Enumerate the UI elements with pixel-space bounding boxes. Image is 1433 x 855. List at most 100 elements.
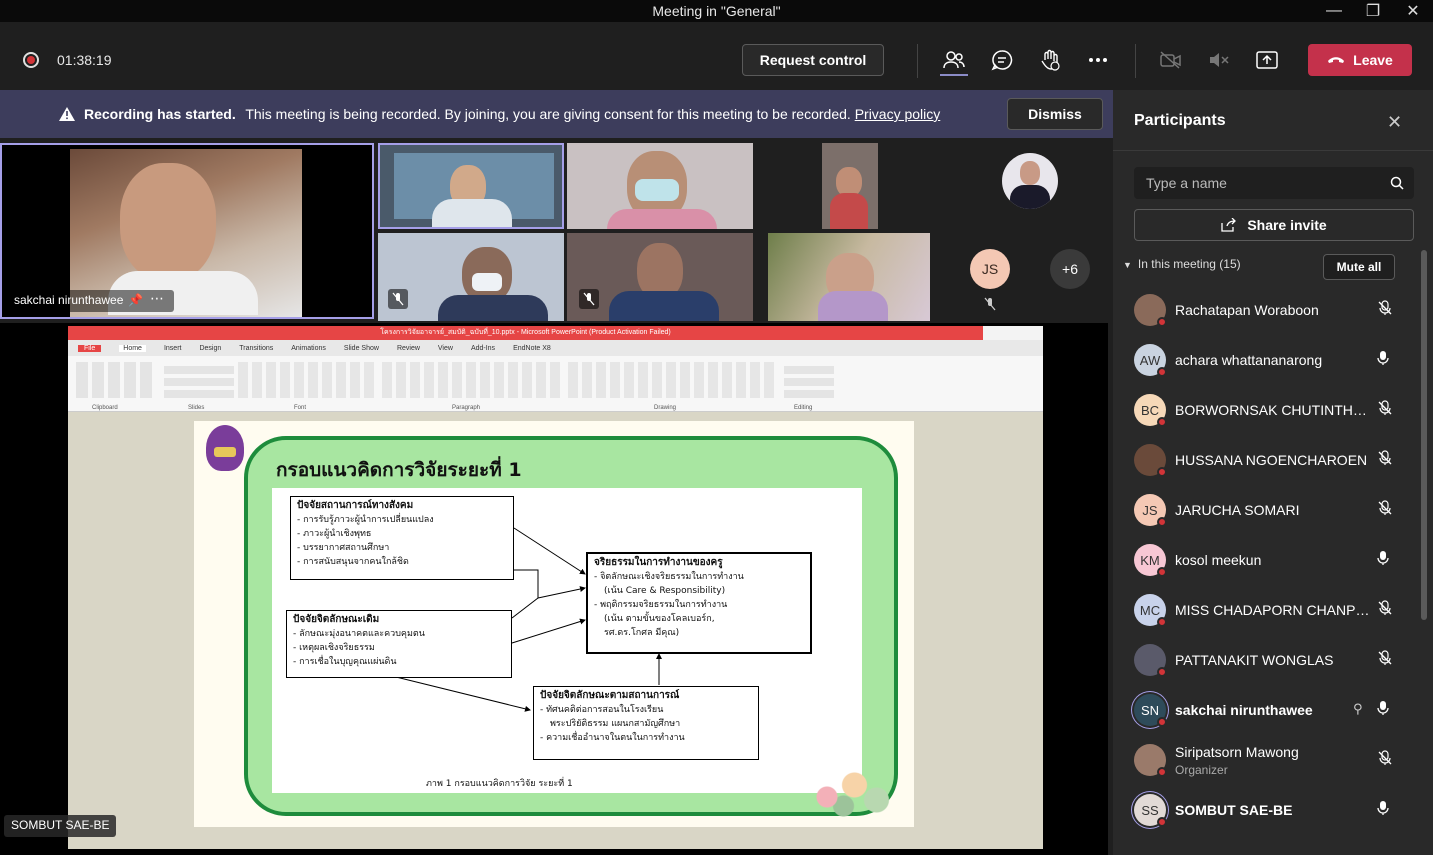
participant-row[interactable]: MC MISS CHADAPORN CHANPRASERT [1113,586,1423,636]
participant-row[interactable]: SS SOMBUT SAE-BE [1113,786,1423,836]
box-item: - ภาวะผู้นำเชิงพุทธ [297,529,372,539]
participant-row[interactable]: KM kosol meekun [1113,536,1423,586]
participant-row[interactable]: AW achara whattananarong [1113,336,1423,386]
box-item: - บรรยากาศสถานศึกษา [297,543,390,553]
close-icon[interactable]: ✕ [1387,112,1402,133]
pin-icon[interactable]: ⚲ [1353,701,1363,717]
video-tile-6[interactable] [567,233,753,321]
recording-banner: Recording has started. This meeting is b… [0,90,1113,138]
video-tile-3[interactable] [567,143,753,229]
ppt-tab[interactable]: Animations [291,345,326,352]
mute-all-button[interactable]: Mute all [1323,254,1395,280]
mic-off-icon[interactable] [1377,450,1397,470]
box-title: ปัจจัยจิตลักษณะตามสถานการณ์ [540,690,680,701]
presenter-name: SOMBUT SAE-BE [4,815,117,837]
participant-row[interactable]: JS JARUCHA SOMARI [1113,486,1423,536]
diagram-box: จริยธรรมในการทำงานของครู - จิตลักษณะเชิง… [586,552,812,654]
ppt-tab[interactable]: Design [199,345,221,352]
ribbon-group-label: Font [294,405,307,411]
ppt-tab[interactable]: File [78,344,102,352]
box-item: - การรับรู้ภาวะผู้นำการเปลี่ยนแปลง [297,515,434,525]
participants-icon[interactable] [938,46,970,74]
ppt-tab[interactable]: EndNote X8 [513,345,551,352]
ppt-tab[interactable]: Slide Show [344,345,379,352]
diagram-area: ปัจจัยสถานการณ์ทางสังคม - การรับรู้ภาวะผ… [272,488,862,793]
mic-off-icon [579,289,599,309]
mic-icon[interactable] [1377,700,1397,720]
participant-row[interactable]: Siripatsorn Mawong Organizer [1113,736,1423,786]
mic-icon[interactable] [1377,550,1397,570]
ppt-tab[interactable]: View [438,345,453,352]
participant-name: JARUCHA SOMARI [1175,502,1300,518]
warning-icon [59,107,75,121]
ppt-tab[interactable]: Transitions [239,345,273,352]
video-tile-main[interactable]: sakchai nirunthawee 📌 ⋯ [0,143,374,319]
request-control-button[interactable]: Request control [742,44,884,76]
banner-text: Recording has started. This meeting is b… [84,106,940,122]
leave-button[interactable]: Leave [1308,44,1412,76]
search-input[interactable]: Type a name [1134,167,1414,199]
camera-off-icon[interactable] [1155,46,1187,74]
speaker-muted-icon[interactable] [1203,46,1235,74]
video-tile-5[interactable] [378,233,564,321]
participant-name: BORWORNSAK CHUTINTHARANGKUL [1175,402,1371,418]
participant-row[interactable]: BC BORWORNSAK CHUTINTHARANGKUL [1113,386,1423,436]
mic-off-icon[interactable] [1377,300,1397,320]
ribbon-group-label: Editing [794,405,813,411]
screen-share-area: โครงการวิจัยอาจารย์_สมบัติ_ฉบับที่_10.pp… [0,323,1108,855]
panel-scrollbar[interactable] [1421,250,1427,620]
more-participants-count[interactable]: +6 [1050,249,1090,289]
leave-label: Leave [1353,52,1393,68]
mic-off-icon[interactable] [1377,600,1397,620]
slide: กรอบแนวคิดการวิจัยระยะที่ 1 ปัจจัยสถานกา… [194,421,914,827]
ppt-tab[interactable]: Insert [164,345,182,352]
maximize-button[interactable]: ❐ [1353,0,1393,22]
share-screen-icon[interactable] [1251,46,1283,74]
section-header[interactable]: ▼ In this meeting (15) [1123,257,1241,271]
mic-icon[interactable] [1377,350,1397,370]
more-options-icon[interactable] [1082,46,1114,74]
participant-name: achara whattananarong [1175,352,1323,368]
chat-icon[interactable] [986,46,1018,74]
box-title: จริยธรรมในการทำงานของครู [594,557,723,568]
avatar-initials: BC [1140,402,1160,418]
video-tile-2[interactable] [378,143,564,229]
dismiss-button[interactable]: Dismiss [1007,98,1103,130]
ppt-tab[interactable]: Add-Ins [471,345,495,352]
mic-off-icon[interactable] [1377,650,1397,670]
close-window-button[interactable]: ✕ [1393,0,1433,22]
search-placeholder: Type a name [1146,175,1227,191]
box-item: - ทัศนคติต่อการสอนในโรงเรียน [540,705,664,715]
title-bar: Meeting in "General" — ❐ ✕ [0,0,1433,22]
mic-off-icon[interactable] [1377,750,1397,770]
presence-dot [1157,467,1167,477]
participant-name: SOMBUT SAE-BE [1175,802,1293,818]
ppt-tab[interactable]: Home [119,344,146,352]
participant-row[interactable]: SN sakchai nirunthawee ⚲ [1113,686,1423,736]
minimize-button[interactable]: — [1314,0,1354,22]
box-item: พระปริยัติธรรม แผนกสามัญศึกษา [550,719,681,729]
ppt-tab[interactable]: Review [397,345,420,352]
participant-row[interactable]: Rachatapan Woraboon [1113,286,1423,336]
presence-dot [1157,767,1167,777]
ribbon-group-label: Clipboard [92,405,118,411]
raise-hand-icon[interactable] [1034,46,1066,74]
video-tile-7[interactable] [768,233,930,321]
share-invite-button[interactable]: Share invite [1134,209,1414,241]
mic-off-icon[interactable] [1377,400,1397,420]
mic-off-icon[interactable] [1377,500,1397,520]
avatar-initials: SN [1140,702,1160,718]
presence-dot [1157,567,1167,577]
video-tile-4[interactable] [822,143,878,229]
mic-icon[interactable] [1377,800,1397,820]
presence-dot [1157,667,1167,677]
participants-panel: Participants ✕ Type a name Share invite … [1113,90,1433,855]
participant-row[interactable]: HUSSANA NGOENCHAROEN [1113,436,1423,486]
participant-row[interactable]: PATTANAKIT WONGLAS [1113,636,1423,686]
chevron-down-icon: ▼ [1123,260,1132,270]
avatar-initials: JS [1142,502,1158,518]
panel-title: Participants [1134,112,1226,129]
more-icon[interactable]: ⋯ [150,290,164,307]
recording-icon [23,52,39,68]
privacy-policy-link[interactable]: Privacy policy [855,106,941,122]
